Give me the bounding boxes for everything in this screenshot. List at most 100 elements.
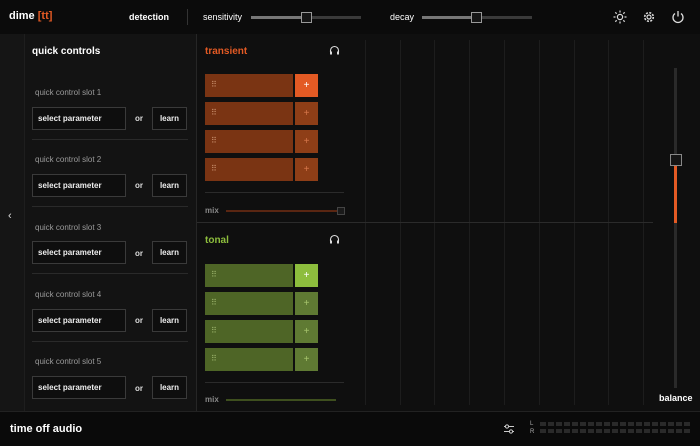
- or-label: or: [135, 181, 143, 190]
- add-icon[interactable]: +: [293, 158, 318, 181]
- chevron-left-icon[interactable]: ‹: [8, 210, 12, 222]
- balance-slider[interactable]: [674, 68, 677, 388]
- meter-cell: [556, 429, 562, 433]
- or-label: or: [135, 249, 143, 258]
- sun-icon[interactable]: [613, 10, 627, 24]
- sensitivity-slider-thumb[interactable]: [301, 12, 312, 23]
- meter-cell: [652, 429, 658, 433]
- meter-cell: [548, 422, 554, 426]
- section-divider: [197, 222, 653, 223]
- meter-cell: [676, 429, 682, 433]
- transient-mix-label: mix: [205, 206, 219, 215]
- tonal-band-row[interactable]: ⠿ +: [205, 264, 318, 287]
- balance-slider-thumb[interactable]: [670, 154, 682, 166]
- drag-handle-icon[interactable]: ⠿: [211, 80, 218, 89]
- slot-divider: [32, 341, 188, 342]
- meter-cell: [620, 422, 626, 426]
- meter-cell: [612, 422, 618, 426]
- header-divider: [187, 9, 188, 25]
- transient-band-row[interactable]: ⠿ +: [205, 158, 318, 181]
- company-logo: time off audio: [10, 423, 83, 435]
- meter-cell: [636, 422, 642, 426]
- learn-button[interactable]: learn: [152, 107, 187, 130]
- meter-cell: [636, 429, 642, 433]
- meter-cell: [644, 429, 650, 433]
- transient-mix-slider[interactable]: [226, 210, 340, 212]
- meter-cell: [628, 429, 634, 433]
- gear-icon[interactable]: [642, 10, 656, 24]
- meter-cell: [572, 422, 578, 426]
- select-parameter-button[interactable]: select parameter: [32, 241, 126, 264]
- add-icon[interactable]: +: [293, 320, 318, 343]
- collapse-sidebar[interactable]: [0, 34, 25, 411]
- section-divider: [205, 382, 344, 383]
- detection-button[interactable]: detection: [129, 12, 169, 22]
- add-icon[interactable]: +: [293, 264, 318, 287]
- meter-cell: [684, 422, 690, 426]
- meter-cell: [644, 422, 650, 426]
- drag-handle-icon[interactable]: ⠿: [211, 108, 218, 117]
- meter-cell: [556, 422, 562, 426]
- transient-band-row[interactable]: ⠿ +: [205, 74, 318, 97]
- meter-cell: [668, 422, 674, 426]
- slot-label: quick control slot 3: [35, 223, 102, 232]
- transient-band-row[interactable]: ⠿ +: [205, 102, 318, 125]
- meter-cell: [564, 422, 570, 426]
- tonal-band-row[interactable]: ⠿ +: [205, 292, 318, 315]
- slot-label: quick control slot 4: [35, 290, 102, 299]
- section-divider: [205, 192, 344, 193]
- decay-slider-thumb[interactable]: [471, 12, 482, 23]
- learn-button[interactable]: learn: [152, 376, 187, 399]
- add-icon[interactable]: +: [293, 74, 318, 97]
- sliders-icon[interactable]: [503, 423, 515, 435]
- quick-controls-title: quick controls: [32, 46, 101, 57]
- select-parameter-button[interactable]: select parameter: [32, 107, 126, 130]
- select-parameter-button[interactable]: select parameter: [32, 174, 126, 197]
- drag-handle-icon[interactable]: ⠿: [211, 136, 218, 145]
- meter-cell: [612, 429, 618, 433]
- add-icon[interactable]: +: [293, 130, 318, 153]
- learn-button[interactable]: learn: [152, 241, 187, 264]
- add-icon[interactable]: +: [293, 292, 318, 315]
- drag-handle-icon[interactable]: ⠿: [211, 270, 218, 279]
- transient-mix-handle[interactable]: [337, 207, 345, 215]
- tonal-band-row[interactable]: ⠿ +: [205, 320, 318, 343]
- transient-band-row[interactable]: ⠿ +: [205, 130, 318, 153]
- drag-handle-icon[interactable]: ⠿: [211, 164, 218, 173]
- meter-cell: [540, 422, 546, 426]
- drag-handle-icon[interactable]: ⠿: [211, 298, 218, 307]
- meter-cell: [668, 429, 674, 433]
- sensitivity-label: sensitivity: [203, 12, 243, 22]
- headphones-icon[interactable]: [329, 45, 340, 56]
- meter-cell: [660, 429, 666, 433]
- meter-cell: [604, 422, 610, 426]
- meter-cell: [580, 422, 586, 426]
- slot-divider: [32, 273, 188, 274]
- tonal-mix-slider[interactable]: [226, 399, 336, 401]
- tonal-band-row[interactable]: ⠿ +: [205, 348, 318, 371]
- tonal-mix-label: mix: [205, 395, 219, 404]
- power-icon[interactable]: [671, 10, 685, 24]
- meter-cell: [676, 422, 682, 426]
- add-icon[interactable]: +: [293, 348, 318, 371]
- meter-cell: [628, 422, 634, 426]
- meter-cell: [604, 429, 610, 433]
- drag-handle-icon[interactable]: ⠿: [211, 354, 218, 363]
- add-icon[interactable]: +: [293, 102, 318, 125]
- select-parameter-button[interactable]: select parameter: [32, 376, 126, 399]
- meter-cell: [548, 429, 554, 433]
- meter-cell: [588, 429, 594, 433]
- meter-left-label: L: [530, 421, 534, 427]
- select-parameter-button[interactable]: select parameter: [32, 309, 126, 332]
- decay-label: decay: [390, 12, 415, 22]
- meter-cell: [596, 429, 602, 433]
- drag-handle-icon[interactable]: ⠿: [211, 326, 218, 335]
- meter-cell: [596, 422, 602, 426]
- meter-cell: [572, 429, 578, 433]
- learn-button[interactable]: learn: [152, 174, 187, 197]
- learn-button[interactable]: learn: [152, 309, 187, 332]
- meter-cell: [564, 429, 570, 433]
- headphones-icon[interactable]: [329, 234, 340, 245]
- or-label: or: [135, 316, 143, 325]
- meter-cell: [660, 422, 666, 426]
